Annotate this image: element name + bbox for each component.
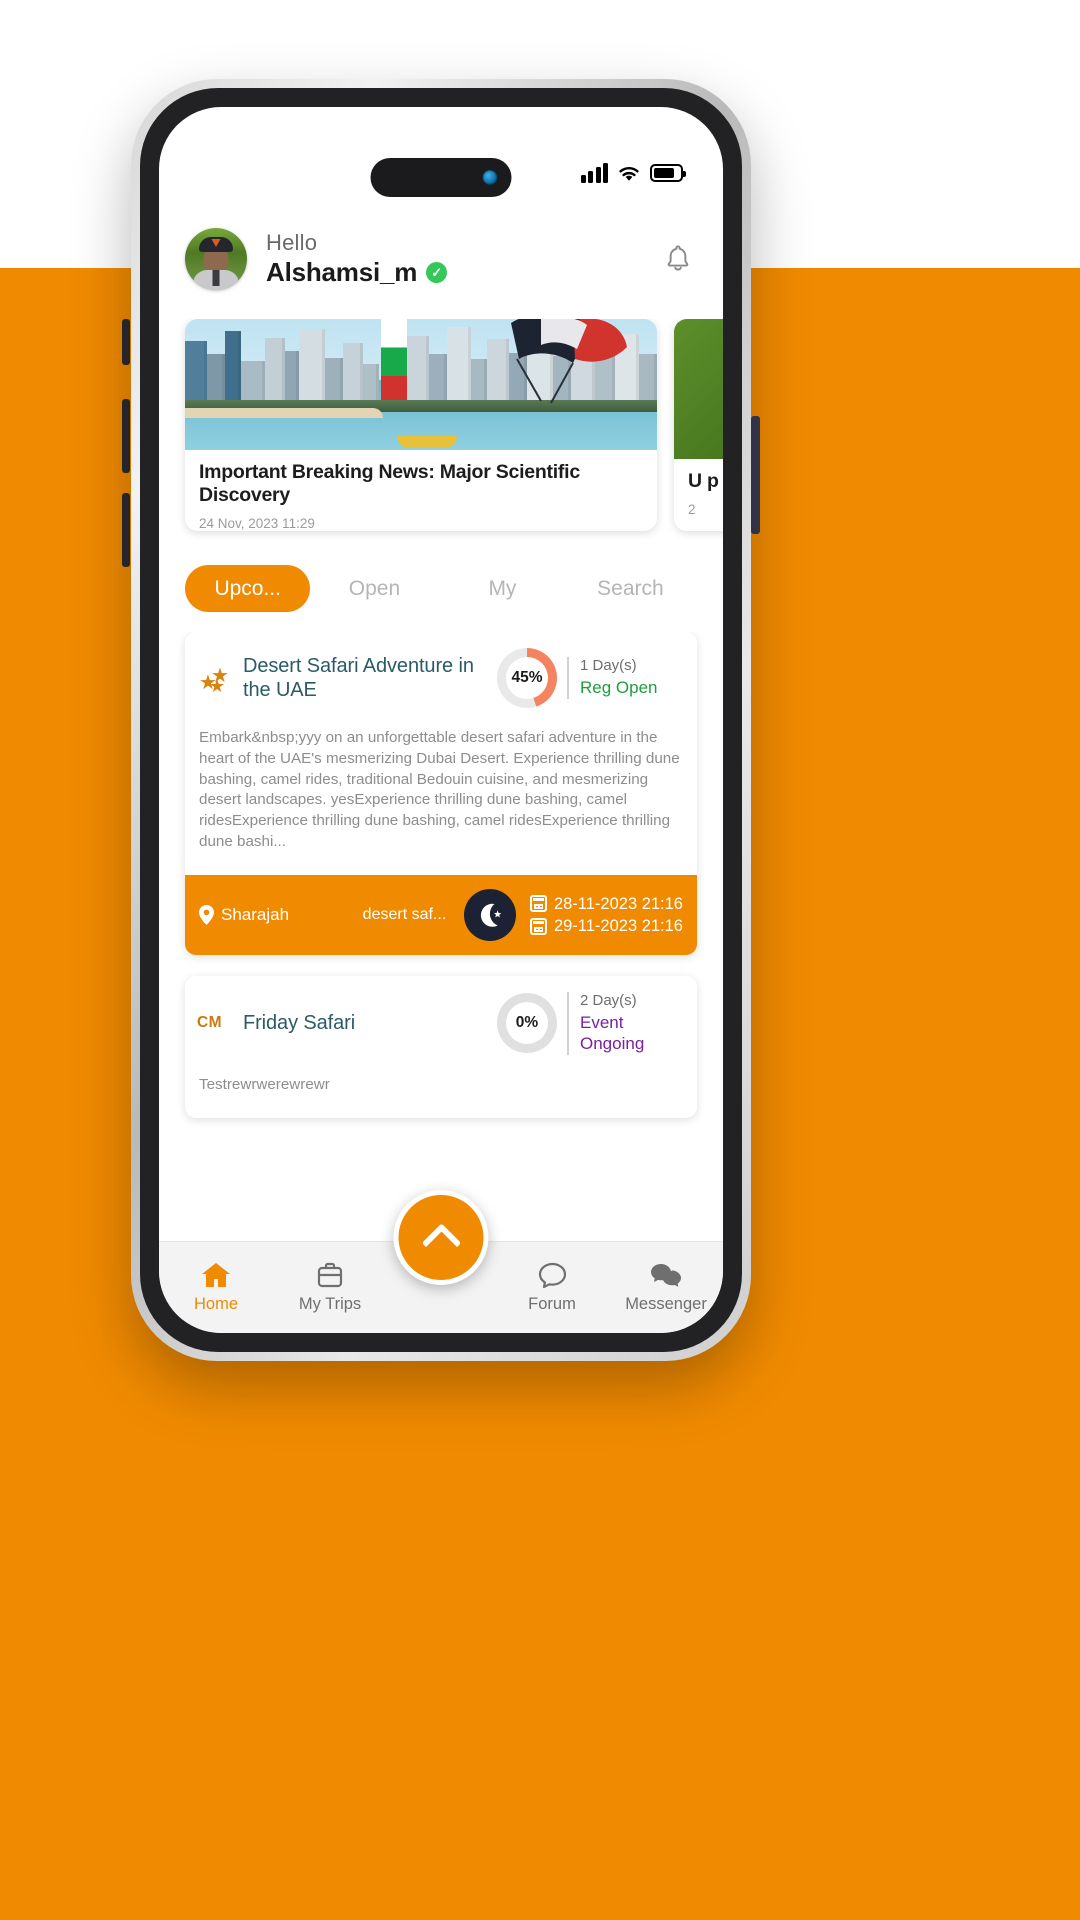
- news-card[interactable]: U p 2: [674, 319, 723, 531]
- battery-icon: [650, 164, 686, 182]
- tab-my[interactable]: My: [438, 578, 566, 599]
- event-description: Testrewrwerewrewr: [199, 1075, 330, 1093]
- nav-item-messenger[interactable]: Messenger: [609, 1261, 723, 1314]
- calendar-icon: [529, 895, 547, 913]
- event-start-date: 28-11-2023 21:16: [529, 893, 683, 915]
- dynamic-island: [370, 158, 512, 197]
- phone-bezel: Hello Alshamsi_m ✓ Important Breaking Ne…: [140, 88, 742, 1352]
- event-start-date-label: 28-11-2023 21:16: [553, 894, 683, 913]
- event-days: 1 Day(s): [580, 656, 637, 674]
- event-rating-stars: ★ ★ ★: [197, 661, 243, 695]
- briefcase-icon: [317, 1262, 343, 1288]
- avatar-shirt: [193, 270, 239, 290]
- star-icon: ★: [209, 676, 226, 696]
- signal-bars-icon: [580, 163, 608, 183]
- phone-screen: Hello Alshamsi_m ✓ Important Breaking Ne…: [159, 107, 723, 1333]
- nav-label-my-trips: My Trips: [298, 1295, 362, 1313]
- tab-open[interactable]: Open: [310, 578, 438, 599]
- event-header: ★ ★ ★ Desert Safari Adventure in the UAE…: [185, 632, 697, 722]
- news-title: Important Breaking News: Major Scientifi…: [199, 461, 580, 507]
- avatar[interactable]: [185, 228, 247, 290]
- crescent-moon-glyph: [480, 903, 502, 927]
- status-bar-indicators: [580, 163, 686, 183]
- username-text: Alshamsi_m: [266, 256, 418, 287]
- event-dates: 28-11-2023 21:16 29-11-2023 21:16: [529, 893, 683, 938]
- calendar-icon: [529, 917, 547, 935]
- news-title: U p: [688, 470, 719, 492]
- front-camera-icon: [482, 170, 498, 185]
- news-carousel[interactable]: Important Breaking News: Major Scientifi…: [159, 319, 723, 539]
- event-days: 2 Day(s): [580, 991, 637, 1009]
- notifications-button[interactable]: [659, 240, 697, 278]
- event-progress-label: 45%: [506, 657, 548, 699]
- username-row: Alshamsi_m ✓: [266, 256, 448, 287]
- tab-search[interactable]: Search: [566, 578, 694, 599]
- news-card[interactable]: Important Breaking News: Major Scientifi…: [185, 319, 657, 531]
- event-end-date-label: 29-11-2023 21:16: [553, 916, 683, 935]
- event-list[interactable]: ★ ★ ★ Desert Safari Adventure in the UAE…: [159, 632, 723, 1287]
- news-image: [185, 319, 657, 451]
- phone-power-button: [751, 416, 760, 534]
- home-icon: [202, 1263, 230, 1287]
- news-card-body: Important Breaking News: Major Scientifi…: [185, 450, 657, 531]
- app-header: Hello Alshamsi_m ✓: [159, 215, 723, 303]
- event-progress-ring: 0%: [497, 993, 557, 1054]
- map-pin-icon: [199, 904, 214, 925]
- nav-item-forum[interactable]: Forum: [495, 1261, 609, 1314]
- chevron-up-icon: [421, 1222, 461, 1263]
- nav-label-forum: Forum: [528, 1295, 576, 1313]
- phone-silence-switch: [122, 319, 130, 365]
- beach-graphic: [185, 408, 384, 418]
- news-date: 2: [688, 501, 696, 517]
- greeting-block: Hello Alshamsi_m ✓: [266, 230, 448, 287]
- news-card-body: U p 2: [674, 459, 723, 517]
- bell-icon: [667, 245, 689, 271]
- messages-icon: [651, 1264, 681, 1287]
- event-status-block: 1 Day(s) Reg Open: [567, 656, 685, 700]
- news-image: [674, 319, 723, 459]
- crescent-moon-icon: [463, 888, 516, 941]
- event-state: Reg Open: [580, 678, 658, 698]
- nav-item-my-trips[interactable]: My Trips: [273, 1261, 387, 1314]
- event-description: Embark&nbsp;yyy on an unforgettable dese…: [199, 729, 680, 851]
- avatar-cap: [199, 237, 233, 252]
- event-end-date: 29-11-2023 21:16: [529, 915, 683, 937]
- event-location-label: Sharajah: [221, 904, 290, 924]
- nav-label-messenger: Messenger: [625, 1295, 707, 1313]
- event-tag: desert saf...: [362, 906, 447, 924]
- event-card[interactable]: ★ ★ ★ Desert Safari Adventure in the UAE…: [185, 632, 697, 955]
- boat-graphic: [397, 436, 458, 449]
- event-title[interactable]: Friday Safari: [243, 1011, 497, 1035]
- verified-badge-icon: ✓: [426, 261, 448, 283]
- event-status-block: 2 Day(s) Event Ongoing: [567, 991, 685, 1055]
- nav-label-home: Home: [193, 1295, 238, 1313]
- filter-tabs[interactable]: Upco... Open My Search: [159, 559, 723, 617]
- parasail-canopy-graphic: [511, 319, 627, 404]
- chat-bubble-icon: [538, 1262, 566, 1289]
- event-footer: Sharajah desert saf... 28-11-2023 21:16: [185, 874, 697, 955]
- phone-volume-up-button: [122, 399, 130, 473]
- greeting-text: Hello: [266, 230, 318, 256]
- event-location: Sharajah: [199, 904, 349, 925]
- event-title[interactable]: Desert Safari Adventure in the UAE: [243, 654, 497, 702]
- uae-flag-graphic: [381, 319, 407, 404]
- event-state: Event Ongoing: [580, 1013, 645, 1053]
- tab-upcoming[interactable]: Upco...: [185, 564, 311, 612]
- event-progress-label: 0%: [506, 1002, 548, 1045]
- event-header: CM Friday Safari 0% 2 Day(s) Event Ongoi…: [185, 976, 697, 1069]
- scroll-to-top-fab[interactable]: [393, 1190, 489, 1285]
- event-progress-ring: 45%: [497, 648, 557, 708]
- phone-frame: Hello Alshamsi_m ✓ Important Breaking Ne…: [131, 79, 751, 1361]
- phone-volume-down-button: [122, 493, 130, 567]
- nav-item-home[interactable]: Home: [159, 1261, 273, 1314]
- event-code-badge: CM: [197, 1014, 222, 1032]
- news-date: 24 Nov, 2023 11:29: [199, 516, 315, 531]
- event-card[interactable]: CM Friday Safari 0% 2 Day(s) Event Ongoi…: [185, 975, 697, 1118]
- wifi-icon: [619, 166, 639, 181]
